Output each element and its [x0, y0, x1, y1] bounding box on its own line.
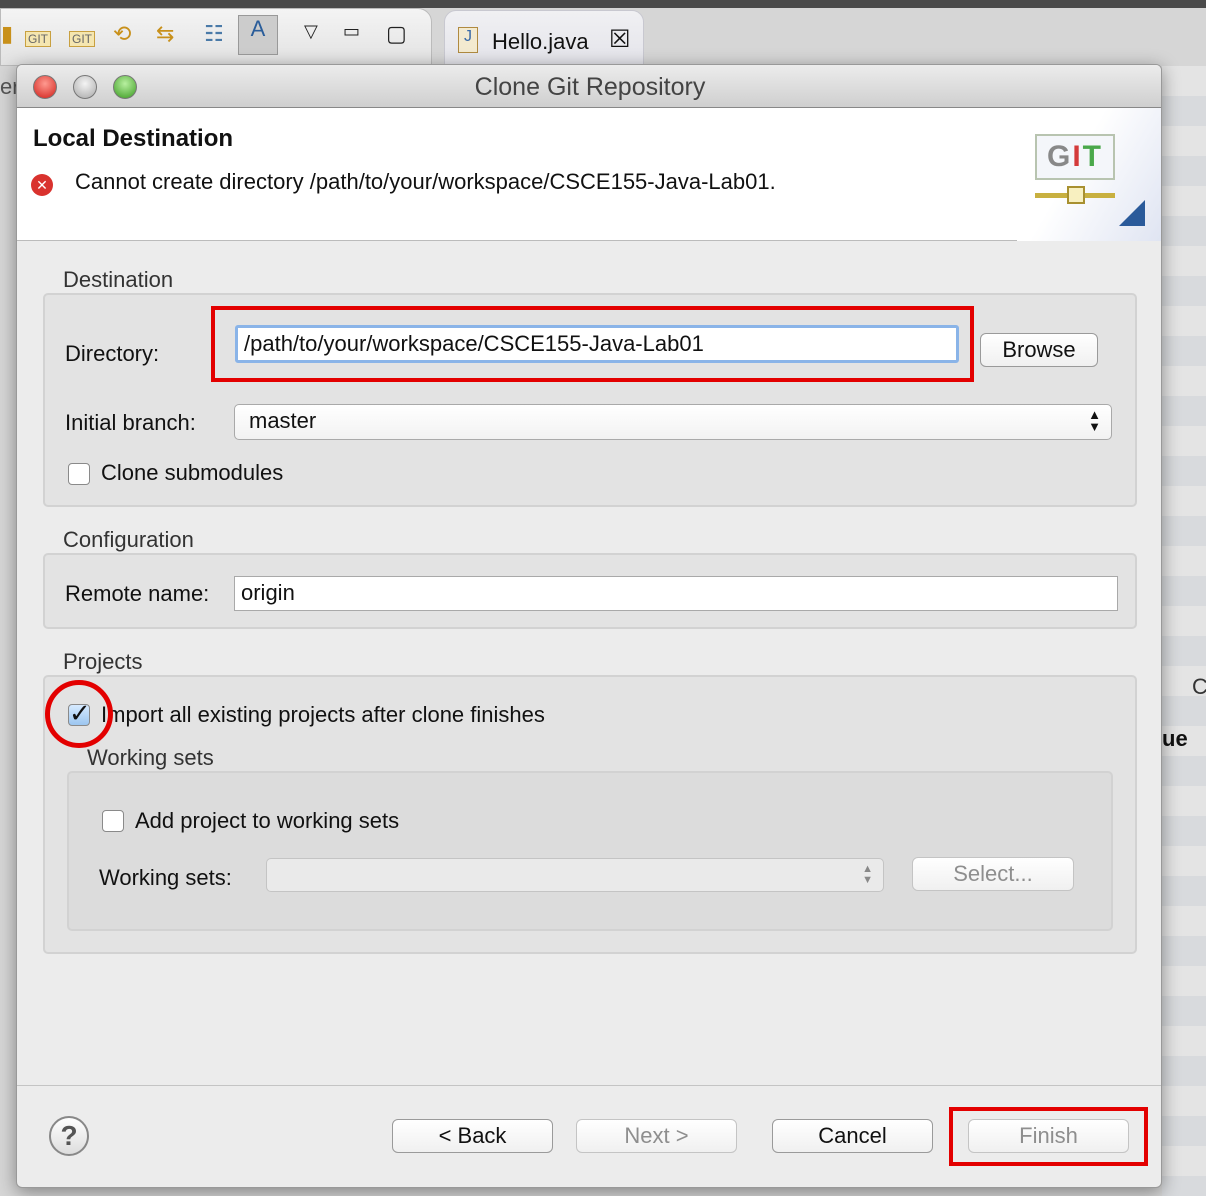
annotate-icon[interactable]: A [238, 15, 278, 55]
wizard-header: Local Destination ✕ Cannot create direct… [17, 108, 1161, 241]
view-menu-icon[interactable]: ▽ [304, 21, 318, 42]
sync-icon[interactable]: ⟲ [113, 21, 131, 47]
close-tab-icon[interactable]: ☒ [609, 25, 631, 54]
background-column-header: ue [1162, 726, 1188, 751]
working-sets-group [67, 771, 1113, 931]
java-file-icon: J [458, 27, 478, 53]
error-icon: ✕ [31, 174, 53, 196]
git-logo: GIT [1017, 108, 1161, 241]
page-title: Local Destination [33, 125, 234, 152]
working-sets-label: Working sets: [99, 865, 232, 890]
cancel-button[interactable]: Cancel [772, 1119, 933, 1153]
initial-branch-label: Initial branch: [65, 410, 196, 435]
annotation-highlight-directory [211, 306, 974, 382]
tab-label: Hello.java [492, 29, 589, 54]
window-top-edge [0, 0, 1206, 8]
clone-submodules-checkbox[interactable] [68, 463, 90, 485]
initial-branch-select[interactable]: master ▲ ▼ [234, 404, 1112, 440]
annotation-highlight-finish [949, 1107, 1148, 1166]
select-working-sets-button[interactable]: Select... [912, 857, 1074, 891]
dialog-titlebar: Clone Git Repository [17, 65, 1161, 108]
help-icon[interactable]: ? [49, 1116, 89, 1156]
git-clone-icon[interactable]: GIT [25, 31, 51, 47]
error-message: Cannot create directory /path/to/your/wo… [75, 169, 776, 194]
arrows-icon[interactable]: ⇆ [156, 21, 174, 47]
editor-tab-hello-java[interactable]: J Hello.java ☒ [444, 10, 644, 66]
background-view: C ue [1162, 66, 1206, 1196]
projects-group-label: Projects [63, 649, 143, 674]
branch-value: master [249, 408, 317, 433]
configuration-group-label: Configuration [63, 527, 194, 552]
annotation-circle-import-checkbox [45, 680, 113, 748]
import-projects-label: Import all existing projects after clone… [101, 702, 545, 727]
add-to-working-sets-label: Add project to working sets [135, 808, 400, 833]
back-button[interactable]: < Back [392, 1119, 553, 1153]
tree-icon[interactable]: ☷ [204, 21, 224, 47]
new-icon[interactable]: ▮ [1, 21, 13, 47]
remote-name-input[interactable]: origin [234, 576, 1118, 611]
select-arrows-icon: ▲ ▼ [1088, 407, 1101, 434]
minimize-icon[interactable]: ▭ [343, 21, 360, 42]
select-arrows-icon: ▲ ▼ [862, 863, 873, 886]
next-button[interactable]: Next > [576, 1119, 737, 1153]
browse-button[interactable]: Browse [980, 333, 1098, 367]
clone-git-repository-dialog: Clone Git Repository Local Destination ✕… [16, 64, 1162, 1188]
maximize-icon[interactable]: ▢ [386, 21, 407, 47]
dialog-title: Clone Git Repository [474, 73, 706, 101]
eclipse-toolbar: ▮ GIT GIT ⟲ ⇆ ☷ A ▽ ▭ ▢ [0, 8, 432, 66]
clone-submodules-label: Clone submodules [101, 460, 284, 485]
destination-group-label: Destination [63, 267, 174, 292]
button-bar-divider [17, 1085, 1161, 1086]
remote-name-label: Remote name: [65, 581, 210, 606]
git-import-icon[interactable]: GIT [69, 31, 95, 47]
add-to-working-sets-checkbox[interactable] [102, 810, 124, 832]
directory-label: Directory: [65, 341, 160, 366]
background-text: C [1192, 674, 1206, 699]
working-sets-group-label: Working sets [87, 745, 214, 770]
working-sets-select[interactable]: ▲ ▼ [266, 858, 884, 892]
